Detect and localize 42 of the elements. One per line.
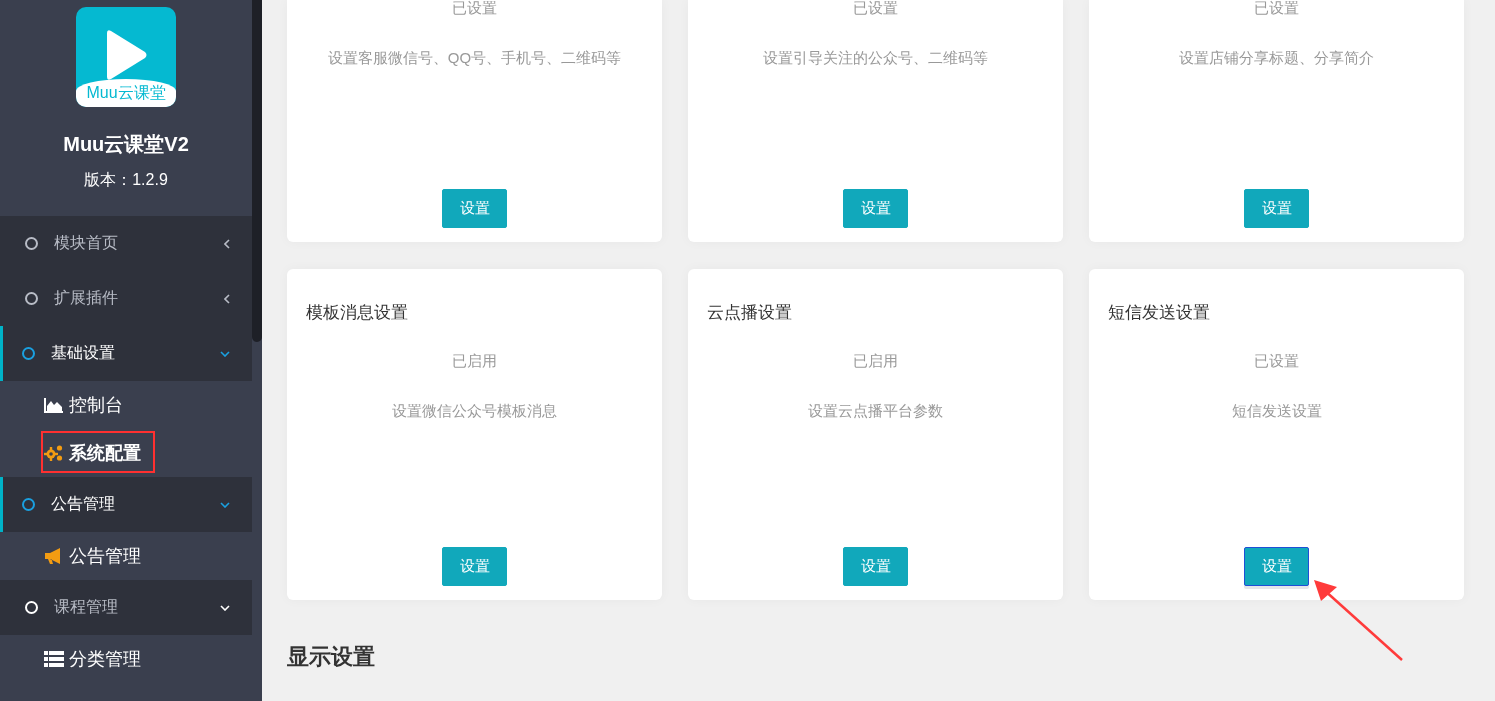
status-text: 已启用 <box>853 353 898 369</box>
chevron-down-icon <box>220 604 230 611</box>
menu-item[interactable]: 公告管理 <box>69 544 141 568</box>
card-description: 设置店铺分享标题、分享简介 <box>1179 50 1374 66</box>
menu-group[interactable]: 模块首页 <box>0 216 252 271</box>
status-text: 已设置 <box>853 0 898 16</box>
menu-group[interactable]: 公告管理 <box>0 477 252 532</box>
circle-icon <box>25 601 38 614</box>
area-chart-icon <box>44 397 64 413</box>
status-text: 已启用 <box>452 353 497 369</box>
list-icon <box>44 651 64 667</box>
menu-group[interactable]: 课程管理 <box>0 580 252 635</box>
card-description: 设置引导关注的公众号、二维码等 <box>763 50 988 66</box>
version-label: 版本：1.2.9 <box>84 170 168 190</box>
card-title: 云点播设置 <box>707 303 793 323</box>
status-text: 已设置 <box>1254 353 1299 369</box>
card-description: 设置客服微信号、QQ号、手机号、二维码等 <box>327 50 622 66</box>
card-title: 模板消息设置 <box>306 303 409 323</box>
gears-icon <box>44 444 64 462</box>
circle-icon <box>25 292 38 305</box>
chevron-left-icon <box>224 293 230 304</box>
status-text: 已设置 <box>452 0 497 16</box>
menu-group[interactable]: 基础设置 <box>0 326 252 381</box>
menu-item[interactable]: 控制台 <box>69 393 123 417</box>
card-description: 短信发送设置 <box>1231 403 1322 419</box>
card-description: 设置微信公众号模板消息 <box>392 403 557 419</box>
chevron-down-icon <box>220 501 230 508</box>
menu-group[interactable]: 扩展插件 <box>0 271 252 326</box>
status-text: 已设置 <box>1254 0 1299 16</box>
circle-icon <box>22 347 35 360</box>
scrollbar-thumb[interactable] <box>252 0 262 342</box>
circle-icon <box>25 237 38 250</box>
chevron-down-icon <box>220 350 230 357</box>
menu-item[interactable]: 系统配置 <box>69 441 141 465</box>
menu-item[interactable]: 分类管理 <box>69 647 141 671</box>
card-description: 设置云点播平台参数 <box>808 403 943 419</box>
app-title: Muu云课堂V2 <box>63 132 189 157</box>
chevron-left-icon <box>224 238 230 249</box>
logo-caption: Muu云课堂 <box>76 79 176 107</box>
section-heading: 显示设置 <box>287 644 376 670</box>
circle-icon <box>22 498 35 511</box>
card-title: 短信发送设置 <box>1108 303 1211 323</box>
